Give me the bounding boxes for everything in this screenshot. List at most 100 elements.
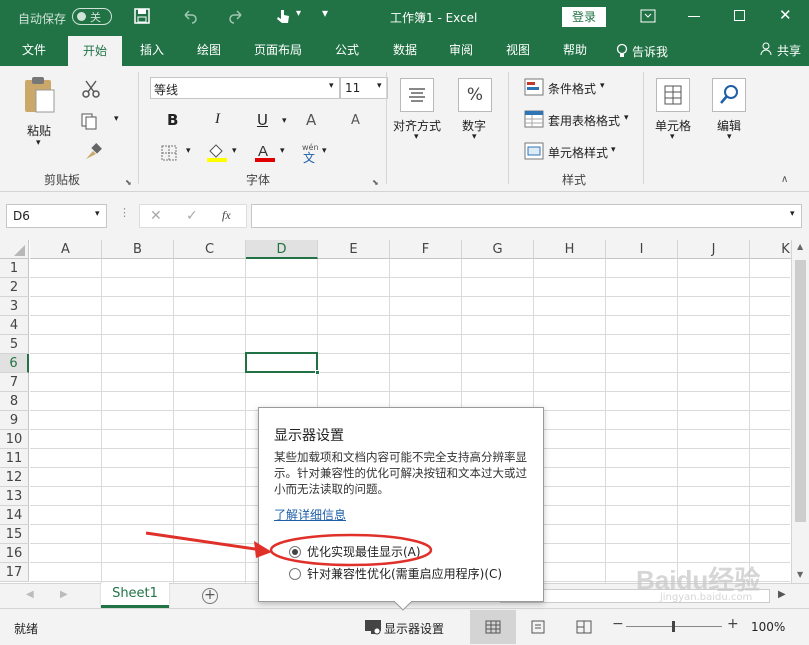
tab-home[interactable]: 开始 (68, 36, 122, 66)
active-cell-d6[interactable] (245, 352, 320, 375)
phonetic-dropdown-icon[interactable]: ▾ (322, 146, 327, 156)
display-settings-button[interactable]: 显示器设置 (384, 620, 444, 637)
option-optimize-compat-label[interactable]: 针对兼容性优化(需重启应用程序)(C) (307, 565, 502, 582)
cell-styles-button[interactable]: 单元格样式 (548, 144, 608, 161)
row-header-16[interactable]: 16 (0, 544, 29, 563)
share-icon[interactable] (760, 42, 774, 56)
font-color-dropdown-icon[interactable]: ▾ (280, 146, 285, 156)
tab-data[interactable]: 数据 (381, 34, 429, 66)
redo-icon[interactable] (228, 8, 244, 24)
vertical-scrollbar[interactable]: ▲ ▼ (791, 240, 809, 583)
close-button[interactable]: ✕ (779, 6, 792, 24)
borders-icon[interactable] (160, 144, 178, 162)
prev-sheet-icon[interactable]: ◀ (26, 589, 34, 600)
format-as-table-icon[interactable] (524, 110, 544, 128)
increase-font-button[interactable]: A (306, 111, 316, 129)
phonetic-icon[interactable]: wén 文 (300, 142, 320, 164)
copy-icon[interactable] (80, 112, 98, 130)
radio-optimize-display[interactable] (289, 546, 301, 558)
column-header-b[interactable]: B (102, 240, 174, 259)
save-icon[interactable] (134, 8, 150, 24)
alignment-dropdown-icon[interactable]: ▾ (414, 132, 419, 142)
select-all-corner[interactable] (0, 240, 29, 259)
row-header-3[interactable]: 3 (0, 297, 29, 316)
underline-dropdown-icon[interactable]: ▾ (282, 116, 287, 126)
column-header-c[interactable]: C (174, 240, 246, 259)
conditional-format-button[interactable]: 条件格式 (548, 80, 596, 97)
column-header-j[interactable]: J (678, 240, 750, 259)
column-header-g[interactable]: G (462, 240, 534, 259)
row-header-14[interactable]: 14 (0, 506, 29, 525)
column-header-f[interactable]: F (390, 240, 462, 259)
share-button[interactable]: 共享 (777, 42, 801, 59)
row-header-13[interactable]: 13 (0, 487, 29, 506)
copy-dropdown-icon[interactable]: ▾ (114, 114, 119, 124)
alignment-icon[interactable] (400, 78, 434, 112)
borders-dropdown-icon[interactable]: ▾ (186, 146, 191, 156)
display-settings-icon[interactable] (364, 619, 382, 635)
row-header-2[interactable]: 2 (0, 278, 29, 297)
scroll-right-icon[interactable]: ▶ (778, 589, 786, 600)
fill-dropdown-icon[interactable]: ▾ (232, 146, 237, 156)
row-header-4[interactable]: 4 (0, 316, 29, 335)
row-header-17[interactable]: 17 (0, 563, 29, 582)
cancel-entry-icon[interactable]: ✕ (150, 208, 162, 224)
row-header-6[interactable]: 6 (0, 354, 29, 373)
minimize-button[interactable] (688, 16, 700, 17)
cut-icon[interactable] (82, 80, 100, 98)
bold-button[interactable]: B (167, 111, 178, 129)
tab-page-layout[interactable]: 页面布局 (247, 34, 309, 66)
ribbon-display-icon[interactable] (640, 9, 656, 23)
tab-help[interactable]: 帮助 (551, 34, 599, 66)
format-painter-icon[interactable] (84, 143, 102, 161)
column-header-d[interactable]: D (246, 240, 318, 259)
tab-insert[interactable]: 插入 (128, 34, 176, 66)
tab-draw[interactable]: 绘图 (185, 34, 233, 66)
formula-input[interactable]: ▾ (251, 204, 802, 228)
underline-button[interactable]: U (257, 111, 268, 129)
column-header-i[interactable]: I (606, 240, 678, 259)
login-button[interactable]: 登录 (562, 7, 606, 27)
row-header-9[interactable]: 9 (0, 411, 29, 430)
zoom-out-button[interactable]: − (612, 616, 624, 632)
name-box[interactable]: D6 ▾ (6, 204, 107, 228)
option-optimize-display-label[interactable]: 优化实现最佳显示(A) (307, 543, 421, 560)
tell-me-search[interactable]: 告诉我 (632, 43, 668, 60)
row-header-1[interactable]: 1 (0, 259, 29, 278)
zoom-level[interactable]: 100% (751, 620, 785, 634)
percent-icon[interactable]: % (458, 78, 492, 112)
cells-icon[interactable] (656, 78, 690, 112)
row-header-8[interactable]: 8 (0, 392, 29, 411)
row-header-7[interactable]: 7 (0, 373, 29, 392)
page-layout-view-icon[interactable] (530, 620, 546, 634)
tab-formulas[interactable]: 公式 (323, 34, 371, 66)
fill-color-icon[interactable] (206, 141, 228, 163)
add-sheet-button[interactable]: + (202, 588, 218, 604)
row-header-10[interactable]: 10 (0, 430, 29, 449)
search-icon[interactable] (712, 78, 746, 112)
collapse-ribbon-icon[interactable]: ∧ (781, 174, 788, 185)
row-header-11[interactable]: 11 (0, 449, 29, 468)
dropdown-arrow-icon[interactable]: ▾ (296, 8, 301, 19)
undo-icon[interactable] (182, 8, 198, 24)
zoom-in-button[interactable]: + (727, 616, 739, 632)
confirm-entry-icon[interactable]: ✓ (186, 208, 198, 224)
row-header-5[interactable]: 5 (0, 335, 29, 354)
number-dropdown-icon[interactable]: ▾ (472, 132, 477, 142)
radio-optimize-compat[interactable] (289, 568, 301, 580)
normal-view-button[interactable] (470, 610, 516, 644)
format-as-table-button[interactable]: 套用表格格式 (548, 112, 620, 129)
page-break-view-icon[interactable] (576, 620, 592, 634)
row-header-12[interactable]: 12 (0, 468, 29, 487)
font-size-dropdown[interactable]: 11 ▾ (340, 77, 388, 99)
tab-review[interactable]: 审阅 (437, 34, 485, 66)
autosave-toggle[interactable]: 关 (72, 8, 112, 25)
font-name-dropdown[interactable]: 等线 ▾ (150, 77, 340, 99)
sheet-tab-sheet1[interactable]: Sheet1 (101, 583, 169, 608)
column-header-a[interactable]: A (30, 240, 102, 259)
clipboard-launcher-icon[interactable]: ⬊ (125, 178, 132, 187)
next-sheet-icon[interactable]: ▶ (60, 589, 68, 600)
zoom-thumb[interactable] (672, 621, 675, 632)
row-header-15[interactable]: 15 (0, 525, 29, 544)
learn-more-link[interactable]: 了解详细信息 (274, 506, 346, 523)
